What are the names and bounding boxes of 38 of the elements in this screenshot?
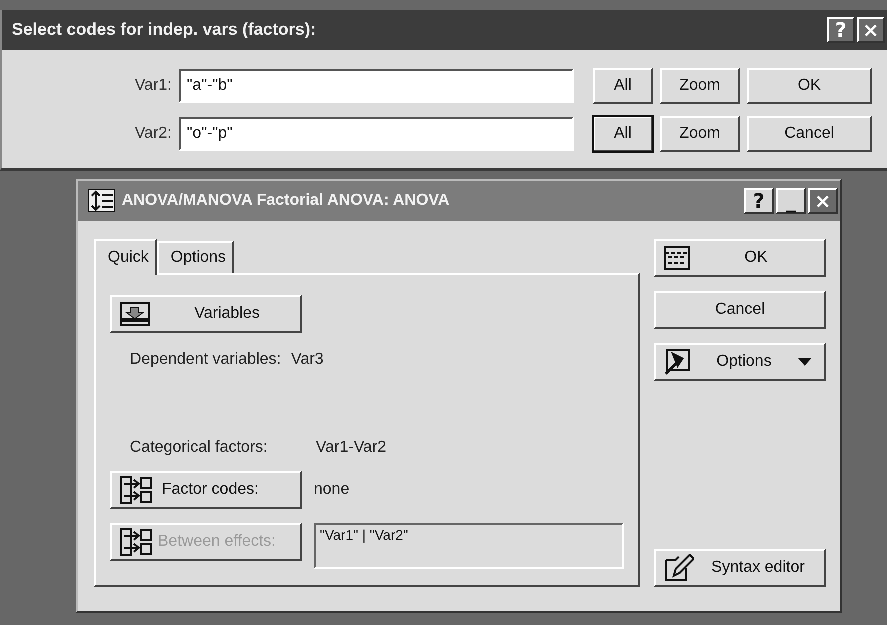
all-button[interactable]: All — [593, 116, 653, 152]
ok-button[interactable]: OK — [654, 239, 826, 277]
field-value: Var3 — [291, 351, 324, 369]
dropdown-caret-icon — [798, 358, 812, 366]
cancel-button[interactable]: Cancel — [747, 116, 872, 152]
window-title: Select codes for indep. vars (factors): — [12, 20, 318, 40]
syntax-editor-button[interactable]: Syntax editor — [654, 549, 826, 587]
close-button[interactable]: × — [857, 17, 885, 43]
table-icon — [664, 246, 690, 270]
download-icon — [120, 302, 150, 326]
field-label: Dependent variables: — [130, 351, 282, 369]
minimize-button[interactable]: _ — [776, 188, 806, 214]
effects-box: "Var1" | "Var2" — [314, 523, 624, 569]
help-button[interactable]: ? — [744, 188, 774, 214]
options-button[interactable]: Options — [654, 343, 826, 381]
cancel-button[interactable]: Cancel — [654, 291, 826, 329]
zoom-button[interactable]: Zoom — [660, 68, 740, 104]
all-button[interactable]: All — [593, 68, 653, 104]
ok-button[interactable]: OK — [747, 68, 872, 104]
field-label: Var1: — [134, 77, 172, 95]
field-value: Var1-Var2 — [316, 439, 387, 457]
tab[interactable]: Quick — [94, 239, 157, 275]
field-label: Categorical factors: — [130, 439, 269, 457]
variables-button[interactable]: Variables — [110, 295, 302, 333]
zoom-button[interactable]: Zoom — [660, 116, 740, 152]
pencil-icon — [664, 554, 694, 582]
tab[interactable]: Options — [156, 241, 234, 273]
field-label: Var2: — [134, 125, 172, 143]
window-title: ANOVA/MANOVA Factorial ANOVA: ANOVA — [122, 192, 451, 210]
arrows-icon — [120, 476, 152, 504]
field-value: none — [314, 481, 350, 499]
help-button[interactable]: ? — [827, 17, 855, 43]
input-field[interactable]: "o"-"p" — [179, 117, 574, 151]
factor-codes-button[interactable]: Factor codes: — [110, 471, 302, 509]
arrows-icon — [120, 528, 152, 556]
close-button[interactable]: × — [808, 188, 838, 214]
app-icon — [88, 189, 116, 213]
input-field[interactable]: "a"-"b" — [179, 69, 574, 103]
